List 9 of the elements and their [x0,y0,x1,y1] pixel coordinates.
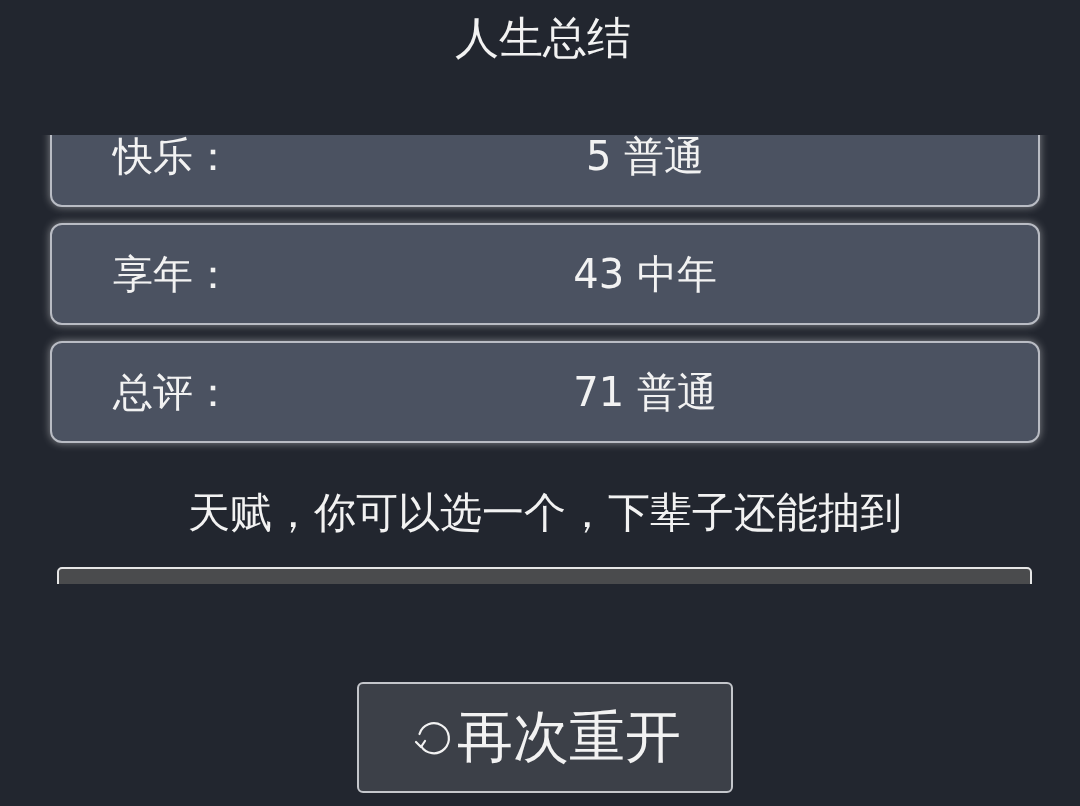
talent-prompt: 天赋，你可以选一个，下辈子还能抽到 [187,487,903,539]
stat-label: 快乐： [113,135,234,181]
stat-value: 71 普通 [572,368,718,417]
stat-label: 享年： [113,250,234,299]
stat-label: 总评： [113,368,234,417]
stat-value: 43 中年 [572,250,718,299]
stat-value: 5 普通 [584,135,706,181]
page-title: 人生总结 [454,11,631,65]
restart-button[interactable]: 再次重开 [357,682,733,793]
